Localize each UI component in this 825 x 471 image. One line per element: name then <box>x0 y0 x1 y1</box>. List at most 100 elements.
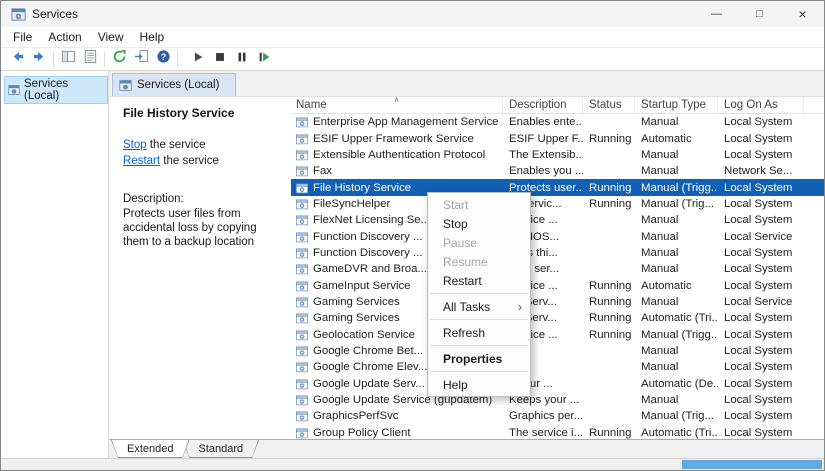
service-rows: Enterprise App Management Service Enable… <box>291 114 824 439</box>
service-startup-type: Manual <box>641 394 679 407</box>
service-row[interactable]: GameInput Service service ... Running Au… <box>291 277 824 293</box>
service-row[interactable]: Geolocation Service service ... Running … <box>291 326 824 342</box>
column-header-name[interactable]: Name ∧ <box>291 95 503 113</box>
service-row[interactable]: GameDVR and Broa... user ser... Manual L… <box>291 261 824 277</box>
view-tab-extended[interactable]: Extended <box>111 440 189 458</box>
context-menu-item-stop[interactable]: Stop <box>428 214 530 233</box>
service-log-on-as: Network Se... <box>724 165 793 178</box>
services-list: Name ∧ Description Status Startup Type Log On… <box>291 95 824 439</box>
horizontal-scrollbar-thumb[interactable] <box>682 460 822 469</box>
column-header-description[interactable]: Description <box>503 97 583 113</box>
service-row[interactable]: Gaming Services ng Serv... Running Manua… <box>291 294 824 310</box>
list-header: Name ∧ Description Status Startup Type Log On… <box>291 95 824 114</box>
maximize-button[interactable]: □ <box>738 1 781 27</box>
restart-service-button[interactable] <box>253 49 275 69</box>
service-row[interactable]: Extensible Authentication Protocol The E… <box>291 147 824 163</box>
menubar-item-view[interactable]: View <box>90 30 132 44</box>
service-status <box>583 359 635 375</box>
service-startup-type: Manual <box>641 148 679 161</box>
service-row[interactable]: Function Discovery ... DPHOS... Manual L… <box>291 228 824 244</box>
service-row[interactable]: Gaming Services ng Serv... Running Autom… <box>291 310 824 326</box>
column-header-status[interactable]: Status <box>583 97 635 113</box>
row-filler <box>804 310 824 326</box>
service-startup-type: Automatic (De... <box>641 377 718 390</box>
service-gear-icon <box>296 149 308 161</box>
service-startup-type: Manual <box>641 295 679 308</box>
service-row[interactable]: FlexNet Licensing Se... service ... Manu… <box>291 212 824 228</box>
service-log-on-as: Local System <box>724 116 793 129</box>
service-log-on-as: Local System <box>724 426 793 439</box>
menubar-item-action[interactable]: Action <box>40 30 89 44</box>
forward-icon <box>32 49 47 69</box>
context-menu-item-help[interactable]: Help <box>428 375 530 394</box>
services-window: Services — □ × File Action View Help ? S… <box>0 0 825 471</box>
service-gear-icon <box>296 182 308 194</box>
menubar-item-file[interactable]: File <box>5 30 40 44</box>
service-description: Enables ente... <box>509 116 583 129</box>
stop-service-link[interactable]: Stop <box>123 139 147 151</box>
service-row[interactable]: Group Policy Client The service i... Run… <box>291 425 824 439</box>
tree-item-services-local[interactable]: Services (Local) <box>4 76 108 104</box>
service-status: Running <box>589 181 632 194</box>
service-status: Running <box>589 426 632 439</box>
service-row[interactable]: Google Chrome Elev... Manual Local Syste… <box>291 359 824 375</box>
service-startup-type: Manual <box>641 361 679 374</box>
start-service-button[interactable] <box>187 49 209 69</box>
view-tab-standard[interactable]: Standard <box>182 440 259 458</box>
service-row[interactable]: Google Update Service (gupdatem) Keeps y… <box>291 392 824 408</box>
service-row[interactable]: Function Discovery ... shes thi... Manua… <box>291 245 824 261</box>
service-log-on-as: Local System <box>724 181 793 194</box>
pause-service-button[interactable] <box>231 49 253 69</box>
service-log-on-as: Local System <box>724 148 793 161</box>
service-row[interactable]: ESIF Upper Framework Service ESIF Upper … <box>291 130 824 146</box>
service-name: ESIF Upper Framework Service <box>313 132 474 145</box>
result-pane-tab[interactable]: Services (Local) <box>112 73 237 96</box>
restart-service-suffix: the service <box>160 155 219 167</box>
service-log-on-as: Local System <box>724 197 793 210</box>
window-title: Services <box>32 7 79 21</box>
service-log-on-as: Local System <box>724 361 793 374</box>
forward-button[interactable] <box>28 49 50 69</box>
column-header-startup-type[interactable]: Startup Type <box>635 97 718 113</box>
stop-service-button[interactable] <box>209 49 231 69</box>
service-row[interactable]: Google Update Serv... s your ... Automat… <box>291 376 824 392</box>
help-button[interactable]: ? <box>152 49 174 69</box>
selected-service-title: File History Service <box>123 106 235 120</box>
close-button[interactable]: × <box>781 1 824 27</box>
menubar-item-help[interactable]: Help <box>132 30 173 44</box>
context-menu-item-properties[interactable]: Properties <box>428 349 530 368</box>
row-filler <box>804 392 824 408</box>
service-name: Enterprise App Management Service <box>313 116 499 129</box>
context-menu-item-restart[interactable]: Restart <box>428 271 530 290</box>
horizontal-scrollbar-track[interactable] <box>1 458 824 470</box>
service-row[interactable]: File History Service Protects user... Ru… <box>291 179 824 196</box>
titlebar: Services — □ × <box>1 1 824 27</box>
column-header-log-on-as[interactable]: Log On As <box>718 97 804 113</box>
service-row[interactable]: Enterprise App Management Service Enable… <box>291 114 824 130</box>
minimize-button[interactable]: — <box>695 1 738 27</box>
menu-separator <box>430 293 528 294</box>
row-filler <box>804 326 824 342</box>
service-log-on-as: Local System <box>724 246 793 259</box>
row-filler <box>804 294 824 310</box>
service-status <box>583 392 635 408</box>
service-status <box>583 343 635 359</box>
service-row[interactable]: Fax Enables you ... Manual Network Se... <box>291 163 824 179</box>
context-menu-item-refresh[interactable]: Refresh <box>428 323 530 342</box>
tree-item-label: Services (Local) <box>24 78 69 102</box>
context-menu-item-all-tasks[interactable]: All Tasks › <box>428 297 530 316</box>
service-name: Group Policy Client <box>313 426 411 439</box>
show-console-tree-button[interactable] <box>57 49 79 69</box>
service-row[interactable]: FileSyncHelper er servic... Running Manu… <box>291 196 824 212</box>
service-name: GraphicsPerfSvc <box>313 410 399 423</box>
service-gear-icon <box>296 329 308 341</box>
service-gear-icon <box>296 394 308 406</box>
service-row[interactable]: Google Chrome Bet... Manual Local System <box>291 343 824 359</box>
menu-separator <box>430 371 528 372</box>
restart-service-link[interactable]: Restart <box>123 155 160 167</box>
service-row[interactable]: GraphicsPerfSvc Graphics per... Manual (… <box>291 408 824 424</box>
back-button[interactable] <box>6 49 28 69</box>
refresh-button[interactable] <box>108 49 130 69</box>
properties-toolbar-button[interactable] <box>79 49 101 69</box>
export-list-button[interactable] <box>130 49 152 69</box>
